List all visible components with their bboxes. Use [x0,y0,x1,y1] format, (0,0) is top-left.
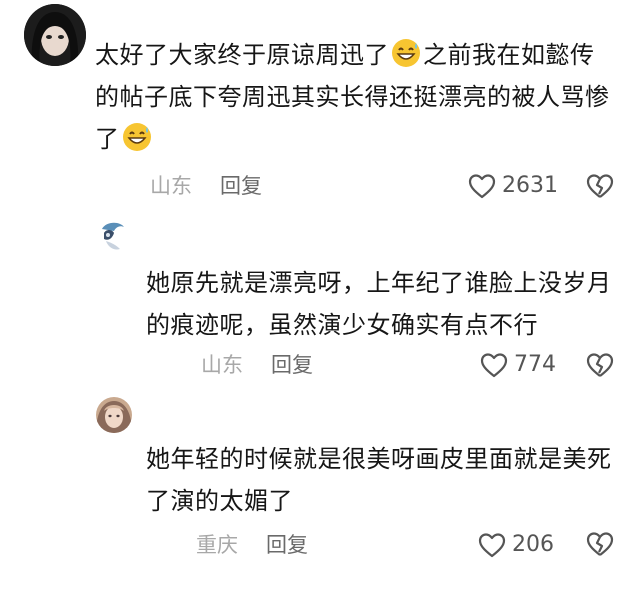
like-count: 206 [512,532,554,557]
comment-location: 山东 [150,174,192,198]
reply-button[interactable]: 回复 [266,533,308,557]
avatar-photo-icon [96,397,132,433]
dislike-button[interactable] [586,351,614,383]
avatar-photo-icon [24,4,86,66]
comment-text: 太好了大家终于原谅周迅了 之前我在如懿传的帖子底下夸周迅其实长得还挺漂亮的被人骂惨… [95,34,615,160]
avatar[interactable] [96,397,132,433]
reply-button[interactable]: 回复 [271,353,313,377]
avatar[interactable] [24,4,86,66]
broken-heart-icon [586,532,614,556]
like-count: 774 [514,352,556,377]
comment-text: 她年轻的时候就是很美呀画皮里面就是美死了演的太媚了 [146,438,616,522]
comment-text: 她原先就是漂亮呀，上年纪了谁脸上没岁月的痕迹呢，虽然演少女确实有点不行 [146,262,616,346]
grinning-sweat-emoji-icon [122,123,151,151]
heart-outline-icon [480,353,508,378]
comment-meta: 山东 回复 [201,350,313,380]
comment-text-content: 她原先就是漂亮呀，上年纪了谁脸上没岁月的痕迹呢，虽然演少女确实有点不行 [146,269,612,339]
like-button[interactable]: 206 [478,530,554,560]
comment-meta: 重庆 回复 [196,530,308,560]
like-count: 2631 [502,173,558,198]
avatar[interactable] [98,219,128,253]
like-button[interactable]: 774 [480,350,556,380]
like-button[interactable]: 2631 [468,171,558,201]
dislike-button[interactable] [586,172,614,204]
broken-heart-icon [586,174,614,198]
comment-meta: 山东 回复 [150,171,262,201]
heart-outline-icon [468,174,496,199]
grinning-sweat-emoji-icon [392,39,420,67]
dislike-button[interactable] [586,530,614,562]
comment-text-part1: 太好了大家终于原谅周迅了 [95,41,389,69]
comment-location: 重庆 [196,533,238,557]
avatar-photo-icon [98,219,128,253]
reply-button[interactable]: 回复 [220,174,262,198]
comment-location: 山东 [201,353,243,377]
comment-text-content: 她年轻的时候就是很美呀画皮里面就是美死了演的太媚了 [146,445,612,515]
broken-heart-icon [586,353,614,377]
heart-outline-icon [478,533,506,558]
